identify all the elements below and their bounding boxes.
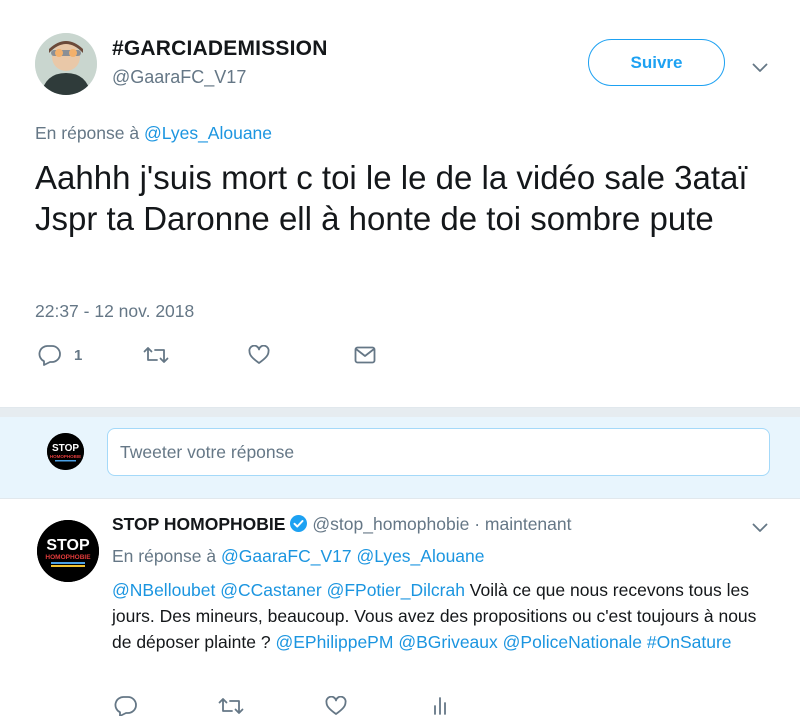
reply-composer: STOP HOMOPHOBIE Tweeter votre réponse bbox=[0, 417, 800, 499]
mention-link[interactable]: @PoliceNationale bbox=[503, 632, 642, 652]
reply-mention-link[interactable]: @GaaraFC_V17 bbox=[221, 546, 352, 566]
reply-tweet-header: STOP HOMOPHOBIE @stop_homophobie · mainte… bbox=[112, 514, 572, 538]
reply-author-name[interactable]: STOP HOMOPHOBIE bbox=[112, 514, 285, 534]
display-name[interactable]: #GARCIADEMISSION bbox=[112, 37, 328, 61]
main-tweet: #GARCIADEMISSION @GaaraFC_V17 Suivre En … bbox=[0, 0, 800, 407]
chevron-down-icon[interactable] bbox=[752, 520, 768, 532]
reply-icon bbox=[114, 695, 138, 716]
section-divider bbox=[0, 407, 800, 417]
reply-time[interactable]: maintenant bbox=[485, 514, 572, 534]
svg-text:HOMOPHOBIE: HOMOPHOBIE bbox=[50, 454, 81, 459]
mention-link[interactable]: @FPotier_Dilcrah bbox=[327, 580, 465, 600]
direct-message-button[interactable] bbox=[354, 346, 376, 364]
user-avatar[interactable] bbox=[35, 33, 97, 95]
reply-icon bbox=[38, 344, 62, 366]
reply-author-handle[interactable]: @stop_homophobie bbox=[312, 514, 469, 534]
tweet-timestamp[interactable]: 22:37 - 12 nov. 2018 bbox=[35, 301, 194, 322]
analytics-icon bbox=[432, 695, 448, 715]
tweet-text: Aahhh j'suis mort c toi le le de la vidé… bbox=[35, 159, 748, 237]
svg-text:HOMOPHOBIE: HOMOPHOBIE bbox=[45, 554, 91, 561]
like-button[interactable] bbox=[325, 696, 347, 716]
envelope-icon bbox=[354, 346, 376, 364]
mention-link[interactable]: @BGriveaux bbox=[398, 632, 497, 652]
current-user-avatar[interactable]: STOP HOMOPHOBIE bbox=[47, 433, 84, 470]
reply-mention-link[interactable]: @Lyes_Alouane bbox=[144, 123, 272, 143]
retweet-button[interactable] bbox=[218, 696, 244, 716]
reply-button[interactable]: 1 bbox=[38, 344, 82, 366]
reply-context: En réponse à @GaaraFC_V17 @Lyes_Alouane bbox=[112, 546, 485, 567]
verified-badge-icon bbox=[289, 514, 308, 538]
heart-icon bbox=[325, 696, 347, 716]
reply-context: En réponse à @Lyes_Alouane bbox=[35, 123, 272, 144]
mention-link[interactable]: @EPhilippePM bbox=[275, 632, 393, 652]
reply-tweet-text: @NBelloubet @CCastaner @FPotier_Dilcrah … bbox=[112, 577, 777, 655]
mention-link[interactable]: @CCastaner bbox=[220, 580, 321, 600]
chevron-down-icon[interactable] bbox=[752, 60, 768, 72]
reply-author-avatar[interactable]: STOP HOMOPHOBIE bbox=[37, 520, 99, 582]
tweet-actions: 1 bbox=[0, 340, 800, 372]
hashtag-link[interactable]: #OnSature bbox=[647, 632, 732, 652]
like-button[interactable] bbox=[248, 345, 270, 365]
reply-mention-link[interactable]: @Lyes_Alouane bbox=[356, 546, 484, 566]
reply-button[interactable] bbox=[114, 695, 138, 716]
reply-tweet: STOP HOMOPHOBIE STOP HOMOPHOBIE @stop_hom… bbox=[0, 499, 800, 716]
reply-count: 1 bbox=[74, 346, 83, 364]
retweet-icon bbox=[143, 345, 169, 365]
reply-input[interactable]: Tweeter votre réponse bbox=[107, 428, 770, 476]
retweet-icon bbox=[218, 696, 244, 716]
reply-prefix: En réponse à bbox=[35, 123, 140, 143]
mention-link[interactable]: @NBelloubet bbox=[112, 580, 215, 600]
retweet-button[interactable] bbox=[143, 345, 169, 365]
heart-icon bbox=[248, 345, 270, 365]
svg-text:STOP: STOP bbox=[46, 537, 90, 554]
follow-button[interactable]: Suivre bbox=[588, 39, 725, 86]
user-handle[interactable]: @GaaraFC_V17 bbox=[112, 67, 246, 88]
analytics-button[interactable] bbox=[432, 695, 448, 715]
reply-prefix: En réponse à bbox=[112, 546, 217, 566]
reply-tweet-actions bbox=[0, 695, 800, 716]
meta-separator: · bbox=[474, 514, 481, 534]
svg-text:STOP: STOP bbox=[52, 443, 79, 454]
